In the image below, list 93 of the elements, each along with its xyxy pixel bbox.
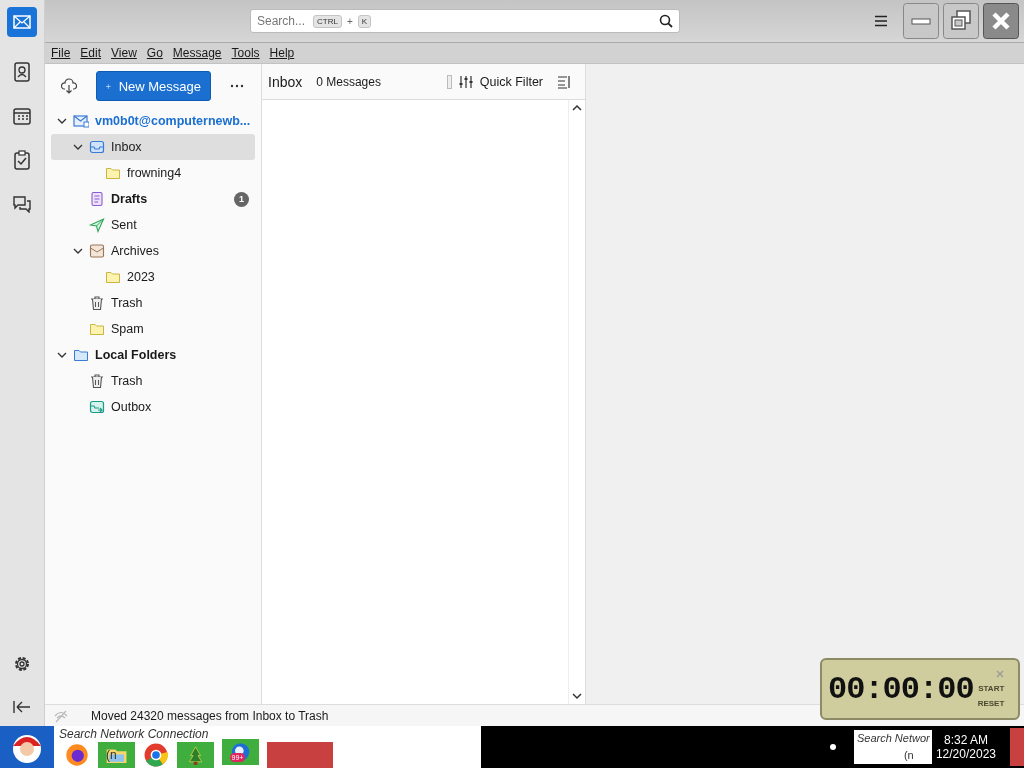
menu-item[interactable]: File <box>51 46 71 60</box>
folder-item[interactable]: Outbox <box>51 394 255 420</box>
filter-sliders-icon <box>458 74 473 89</box>
folder-name: Trash <box>111 374 143 388</box>
resize-grip[interactable] <box>446 74 452 89</box>
tray-thumbnail[interactable]: Search Networ (n <box>853 730 932 764</box>
folder-icon <box>89 321 105 337</box>
new-message-button[interactable]: New Message <box>96 71 211 101</box>
folder-name: Trash <box>111 296 143 310</box>
restore-icon[interactable] <box>943 3 979 39</box>
status-message: Moved 24320 messages from Inbox to Trash <box>91 708 329 723</box>
mail-app-icon[interactable] <box>222 739 260 765</box>
unread-count-badge: 1 <box>234 191 249 207</box>
folder-name: frowning4 <box>127 166 182 180</box>
task-list-icon[interactable] <box>13 150 31 170</box>
minimize-icon[interactable] <box>903 3 939 39</box>
folder-item[interactable]: Trash <box>51 290 255 316</box>
folder-name: Outbox <box>111 400 152 414</box>
trash-icon <box>89 373 105 389</box>
settings-icon[interactable] <box>13 655 31 673</box>
folder-name: Archives <box>111 244 159 258</box>
folder-name: vm0b0t@computernewb... <box>95 114 251 128</box>
folder-item[interactable]: Sent <box>51 212 255 238</box>
file-folder-icon[interactable] <box>98 742 136 768</box>
menu-item[interactable]: Message <box>172 46 222 60</box>
quick-filter-button[interactable]: Quick Filter <box>458 74 543 89</box>
message-count: 0 Messages <box>316 74 381 89</box>
folder-item[interactable]: frowning4 <box>51 160 255 186</box>
clock-date: 12/20/2023 <box>935 747 996 761</box>
inbox-icon <box>89 139 105 155</box>
folder-item[interactable]: 2023 <box>51 264 255 290</box>
menu-icon[interactable] <box>874 15 888 27</box>
folder-item[interactable]: Trash <box>51 368 255 394</box>
scroll-down-icon[interactable] <box>572 692 582 700</box>
archive-box-icon <box>89 243 105 259</box>
taskbar-ghost-text: Search Network Connection <box>57 727 211 741</box>
folder-title: Inbox <box>268 73 303 90</box>
tree-icon[interactable] <box>177 742 215 768</box>
menu-item[interactable]: Go <box>146 46 163 60</box>
more-icon[interactable] <box>230 84 244 88</box>
clock-time: 8:32 AM <box>943 733 988 747</box>
scrollbar[interactable] <box>568 100 585 704</box>
folder-item[interactable]: Spam <box>51 316 255 342</box>
folder-icon <box>105 165 121 181</box>
draft-icon <box>89 191 105 207</box>
timer-button[interactable]: RESET <box>977 699 1005 708</box>
keyboard-key: CTRL <box>313 14 342 28</box>
folder-icon <box>105 269 121 285</box>
trash-icon <box>89 295 105 311</box>
folder-item[interactable]: vm0b0t@computernewb... <box>51 108 255 134</box>
folder-name: Sent <box>111 218 137 232</box>
plus-sign: + <box>346 15 353 27</box>
folder-item[interactable]: Local Folders <box>51 342 255 368</box>
search-icon[interactable] <box>659 14 673 28</box>
keyboard-key: K <box>357 14 372 28</box>
chevron-icon[interactable] <box>57 116 67 126</box>
timer-display: 00:00:00 <box>828 670 974 708</box>
folder-item[interactable]: Drafts 1 <box>51 186 255 212</box>
folder-item[interactable]: Archives <box>51 238 255 264</box>
folder-name: Local Folders <box>95 348 177 362</box>
dot-icon <box>829 744 836 750</box>
browser-orb-icon[interactable] <box>64 742 90 768</box>
tray-ghost-text: (n <box>903 749 914 761</box>
calendar-icon[interactable] <box>13 107 31 125</box>
timer-button[interactable]: START <box>978 684 1005 693</box>
chevron-icon[interactable] <box>57 350 67 360</box>
folder-name: Inbox <box>111 140 142 154</box>
folder-name: Spam <box>111 322 144 336</box>
start-figure-icon[interactable] <box>0 726 54 768</box>
folder-item[interactable]: Inbox <box>51 134 255 160</box>
folder-icon <box>73 347 89 363</box>
collapse-icon[interactable] <box>13 700 31 714</box>
menu-item[interactable]: View <box>111 46 137 60</box>
tray-ghost-text: Search Networ <box>856 732 930 744</box>
close-icon[interactable] <box>983 3 1019 39</box>
outbox-icon <box>89 399 105 415</box>
account-mail-icon <box>73 113 89 129</box>
mail-icon[interactable] <box>7 7 37 37</box>
scroll-up-icon[interactable] <box>572 104 582 112</box>
menu-item[interactable]: Tools <box>231 46 260 60</box>
folder-name: 2023 <box>127 270 155 284</box>
folder-name: Drafts <box>111 192 148 206</box>
list-options-icon[interactable] <box>557 74 571 89</box>
menu-item[interactable]: Help <box>269 46 295 60</box>
menu-item[interactable]: Edit <box>80 46 102 60</box>
cloud-download-icon[interactable] <box>61 78 77 94</box>
paper-plane-icon <box>89 217 105 233</box>
chevron-icon[interactable] <box>73 246 83 256</box>
address-book-icon[interactable] <box>13 62 31 82</box>
chat-icon[interactable] <box>12 195 32 213</box>
search-field[interactable]: Search... CTRL + K <box>250 9 680 33</box>
chevron-icon[interactable] <box>73 142 83 152</box>
round-browser-icon[interactable] <box>143 742 170 768</box>
